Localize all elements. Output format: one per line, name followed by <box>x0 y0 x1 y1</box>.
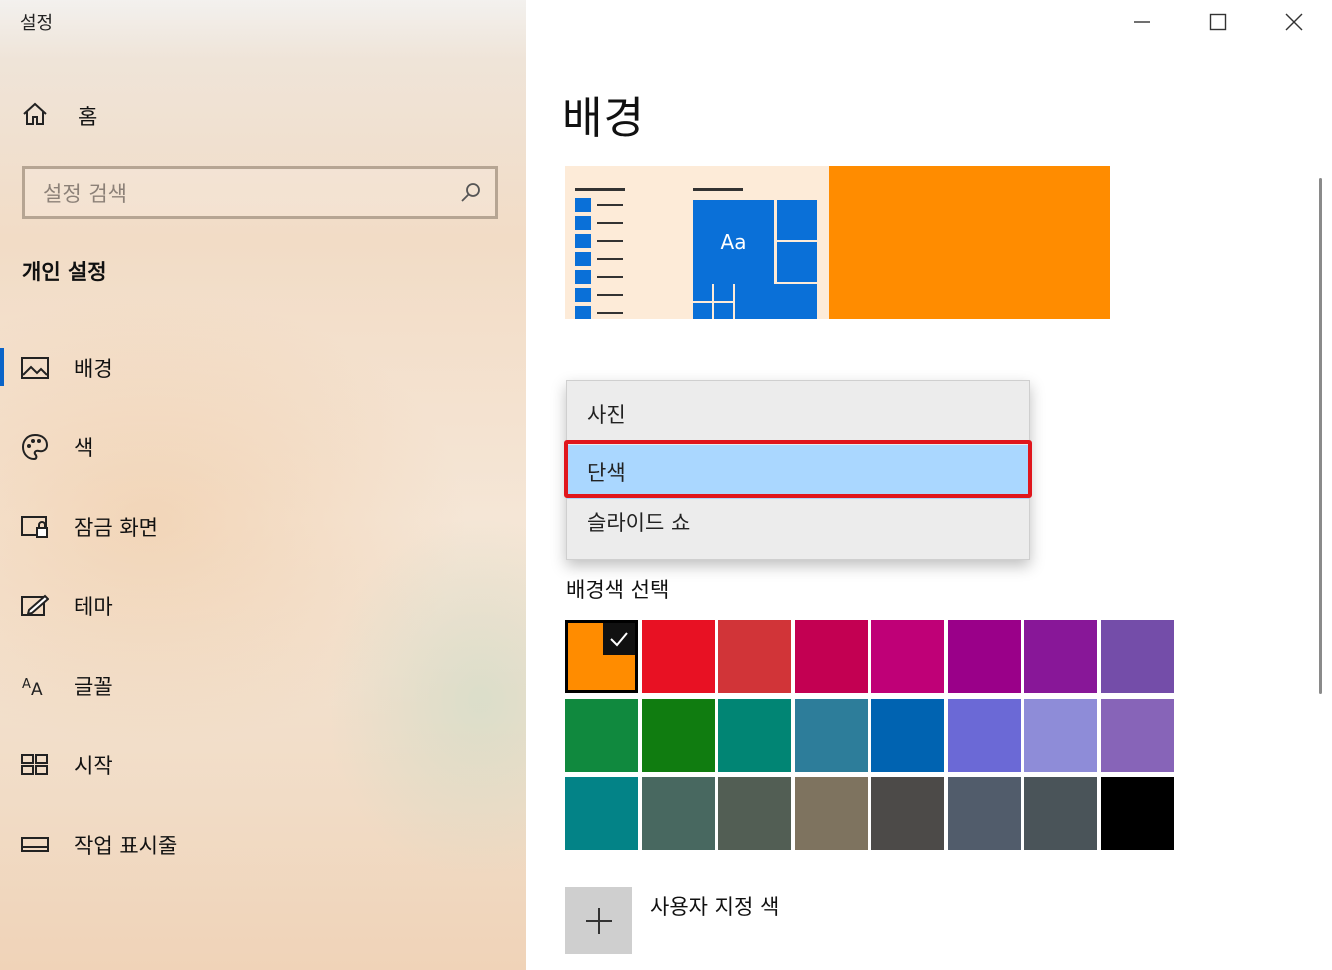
color-swatch[interactable] <box>948 699 1021 772</box>
sidebar-item-start[interactable]: 시작 <box>0 726 526 806</box>
font-icon: AA <box>20 671 50 701</box>
page-title: 배경 <box>562 93 645 144</box>
color-swatch[interactable] <box>642 699 715 772</box>
lock-screen-icon <box>20 512 50 542</box>
search-placeholder: 설정 검색 <box>43 181 127 206</box>
color-swatch[interactable] <box>1024 777 1097 850</box>
color-swatch[interactable] <box>1101 620 1174 693</box>
color-swatch[interactable] <box>948 620 1021 693</box>
color-swatch[interactable] <box>1024 699 1097 772</box>
svg-text:A: A <box>31 680 43 698</box>
color-swatch[interactable] <box>871 620 944 693</box>
sidebar-item-taskbar[interactable]: 작업 표시줄 <box>0 805 526 885</box>
svg-text:A: A <box>22 677 31 692</box>
color-swatch[interactable] <box>1024 620 1097 693</box>
add-custom-color-button[interactable] <box>565 887 632 954</box>
sidebar-item-background[interactable]: 배경 <box>0 328 526 408</box>
color-swatch[interactable] <box>718 699 791 772</box>
main-content: 배경 Aa 사진 단색 슬라이드 쇼 배경색 선택 사용자 지정 색 <box>526 0 1332 970</box>
color-swatch[interactable] <box>871 777 944 850</box>
preview-solid-color <box>829 166 1110 319</box>
picture-icon <box>20 353 50 383</box>
sidebar-item-label: 시작 <box>74 754 113 779</box>
taskbar-icon <box>20 830 50 860</box>
custom-color-label: 사용자 지정 색 <box>650 895 780 919</box>
sidebar-nav: 배경 색 잠금 화면 테마 AA 글꼴 시작 작업 표시줄 <box>0 328 526 885</box>
scrollbar[interactable] <box>1319 178 1322 694</box>
color-swatch[interactable] <box>565 620 638 693</box>
sidebar-item-label: 테마 <box>74 595 113 620</box>
home-nav-item[interactable]: 홈 <box>20 96 97 136</box>
sidebar-item-label: 글꼴 <box>74 674 113 699</box>
color-swatch[interactable] <box>565 699 638 772</box>
plus-icon <box>585 907 612 934</box>
palette-icon <box>20 432 50 462</box>
sidebar-item-label: 색 <box>74 436 94 461</box>
color-palette <box>565 620 1174 856</box>
sidebar: 설정 홈 설정 검색 개인 설정 배경 색 잠금 화면 테마 A A 글꼴 시작… <box>0 0 526 970</box>
color-section-title: 배경색 선택 <box>566 578 670 602</box>
sidebar-item-color[interactable]: 색 <box>0 408 526 488</box>
color-swatch[interactable] <box>948 777 1021 850</box>
minimize-icon <box>1134 21 1150 23</box>
custom-color[interactable]: 사용자 지정 색 <box>565 887 779 954</box>
background-preview: Aa <box>565 166 1110 319</box>
minimize-button[interactable] <box>1104 0 1180 44</box>
home-label: 홈 <box>78 105 98 129</box>
color-swatch[interactable] <box>1101 699 1174 772</box>
dropdown-option-picture[interactable]: 사진 <box>567 387 1029 441</box>
maximize-icon <box>1209 13 1227 31</box>
dropdown-option-slideshow[interactable]: 슬라이드 쇼 <box>567 495 1029 549</box>
search-input[interactable]: 설정 검색 <box>22 166 498 219</box>
color-swatch[interactable] <box>718 777 791 850</box>
selection-highlight-box <box>564 440 1032 498</box>
section-title: 개인 설정 <box>22 260 107 284</box>
sidebar-item-label: 잠금 화면 <box>74 515 158 540</box>
home-icon <box>20 99 50 133</box>
sidebar-item-label: 배경 <box>74 356 113 381</box>
preview-start-menu: Aa <box>565 166 829 319</box>
color-swatch[interactable] <box>565 777 638 850</box>
close-icon <box>1285 13 1303 31</box>
color-swatch[interactable] <box>1101 777 1174 850</box>
search-icon[interactable] <box>447 169 495 217</box>
color-swatch[interactable] <box>642 620 715 693</box>
maximize-button[interactable] <box>1180 0 1256 44</box>
app-title: 설정 <box>20 13 54 34</box>
sidebar-item-label: 작업 표시줄 <box>74 833 178 858</box>
color-swatch[interactable] <box>795 620 868 693</box>
window-controls <box>1104 0 1332 44</box>
color-swatch[interactable] <box>795 699 868 772</box>
close-button[interactable] <box>1256 0 1332 44</box>
theme-icon <box>20 591 50 621</box>
sidebar-item-fonts[interactable]: AA 글꼴 <box>0 646 526 726</box>
color-swatch[interactable] <box>795 777 868 850</box>
color-swatch[interactable] <box>871 699 944 772</box>
preview-tile: Aa <box>693 200 774 284</box>
sidebar-item-lock-screen[interactable]: 잠금 화면 <box>0 487 526 567</box>
sidebar-item-theme[interactable]: 테마 <box>0 567 526 647</box>
color-swatch[interactable] <box>718 620 791 693</box>
checkmark-icon <box>603 623 635 655</box>
color-swatch[interactable] <box>642 777 715 850</box>
start-icon <box>20 750 50 780</box>
